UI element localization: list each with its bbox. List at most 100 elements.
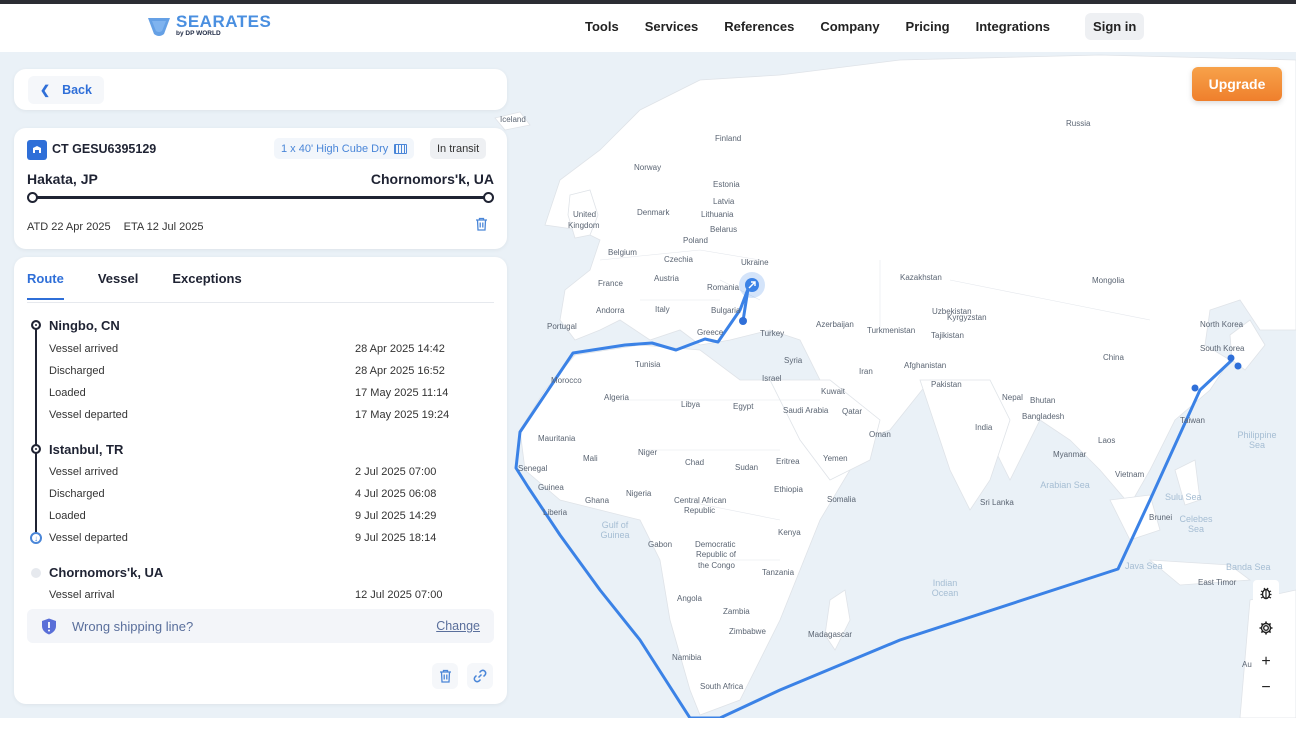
settings-gear-icon[interactable] bbox=[1253, 615, 1279, 641]
zoom-in-button[interactable]: + bbox=[1253, 649, 1279, 675]
map-label: Belarus bbox=[710, 225, 738, 234]
map-label: Mali bbox=[583, 454, 598, 463]
map-label: Kenya bbox=[778, 528, 801, 537]
map-label: Turkey bbox=[760, 329, 785, 338]
map-label: Ghana bbox=[585, 496, 610, 505]
map-label: Ukraine bbox=[741, 258, 769, 267]
map-label: Ethiopia bbox=[774, 485, 803, 494]
bug-report-icon[interactable] bbox=[1253, 580, 1279, 606]
event-time: 17 May 2025 19:24 bbox=[355, 409, 450, 421]
event-label: Loaded bbox=[49, 510, 86, 522]
delete-trash-icon[interactable] bbox=[432, 663, 458, 689]
nav-services[interactable]: Services bbox=[645, 19, 699, 34]
wrong-line-text: Wrong shipping line? bbox=[72, 619, 194, 634]
event-label: Vessel arrived bbox=[49, 466, 119, 478]
map-label: Syria bbox=[784, 356, 803, 365]
atd-date: ATD 22 Apr 2025 bbox=[27, 221, 111, 233]
tab-vessel[interactable]: Vessel bbox=[98, 271, 139, 300]
origin-port: Hakata, JP bbox=[27, 171, 98, 187]
event-time: 17 May 2025 11:14 bbox=[355, 387, 449, 399]
status-badge: In transit bbox=[430, 138, 487, 159]
map-label: South Korea bbox=[1200, 344, 1245, 353]
map-label: Afghanistan bbox=[904, 361, 947, 370]
map-label: Laos bbox=[1098, 436, 1116, 445]
sea-label: Celebes Sea bbox=[1179, 514, 1213, 534]
container-type-icon bbox=[394, 143, 408, 154]
timeline-node-istanbul bbox=[31, 444, 41, 454]
map-label: Romania bbox=[707, 283, 740, 292]
sea-label: Gulf of Guinea bbox=[600, 520, 630, 540]
stop-port-chornomorsk: Chornomors'k, UA bbox=[49, 565, 164, 580]
map-label: Oman bbox=[869, 430, 891, 439]
map-label: Algeria bbox=[604, 393, 629, 402]
nav-references[interactable]: References bbox=[724, 19, 794, 34]
map-label: Yemen bbox=[823, 454, 848, 463]
map-label: Somalia bbox=[827, 495, 856, 504]
event-label: Loaded bbox=[49, 387, 86, 399]
site-header: SEARATES by DP WORLD Tools Services Refe… bbox=[0, 4, 1296, 52]
map-label: Lithuania bbox=[701, 210, 734, 219]
map-label: Madagascar bbox=[808, 630, 853, 639]
map-label: Libya bbox=[681, 400, 701, 409]
map-label: Eritrea bbox=[776, 457, 800, 466]
container-icon bbox=[27, 140, 47, 160]
stop-port-istanbul: Istanbul, TR bbox=[49, 442, 124, 457]
map-label: Angola bbox=[677, 594, 702, 603]
map-label: Au bbox=[1242, 660, 1252, 669]
map-label: Turkmenistan bbox=[867, 326, 916, 335]
map-label: Iceland bbox=[500, 115, 526, 124]
back-label: Back bbox=[62, 83, 92, 97]
progress-track bbox=[32, 196, 493, 199]
event-label: Vessel departed bbox=[49, 532, 128, 544]
nav-company[interactable]: Company bbox=[820, 19, 879, 34]
map-label: Taiwan bbox=[1180, 416, 1205, 425]
tab-exceptions[interactable]: Exceptions bbox=[172, 271, 241, 300]
change-link[interactable]: Change bbox=[436, 619, 480, 633]
event-time: 12 Jul 2025 07:00 bbox=[355, 589, 443, 601]
map-label: Liberia bbox=[543, 508, 568, 517]
sea-label: Banda Sea bbox=[1226, 562, 1271, 572]
nav-integrations[interactable]: Integrations bbox=[976, 19, 1050, 34]
destination-dot bbox=[483, 192, 494, 203]
map-label: Kingdom bbox=[568, 221, 600, 230]
map-label: Senegal bbox=[518, 464, 548, 473]
map-label: Iran bbox=[859, 367, 873, 376]
map-label: Morocco bbox=[551, 376, 582, 385]
map-label: Zimbabwe bbox=[729, 627, 766, 636]
sea-label: Philippine Sea bbox=[1237, 430, 1277, 450]
map-label: Gabon bbox=[648, 540, 673, 549]
event-label: Vessel arrival bbox=[49, 589, 115, 601]
map-label: Tunisia bbox=[635, 360, 661, 369]
chevron-left-icon: ❮ bbox=[40, 83, 51, 97]
delete-trash-icon[interactable] bbox=[469, 212, 493, 236]
searates-logo[interactable]: SEARATES by DP WORLD bbox=[146, 10, 271, 40]
route-point-hakata[interactable] bbox=[1227, 354, 1235, 362]
map-label: Tajikistan bbox=[931, 331, 964, 340]
zoom-out-button[interactable]: − bbox=[1253, 675, 1279, 701]
map-label: North Korea bbox=[1200, 320, 1244, 329]
route-point-istanbul[interactable] bbox=[739, 317, 747, 325]
map-label: South Africa bbox=[700, 682, 744, 691]
route-point-ningbo[interactable] bbox=[1191, 384, 1199, 392]
map-label: Democratic bbox=[695, 540, 736, 549]
map-label: Azerbaijan bbox=[816, 320, 854, 329]
map-label: Latvia bbox=[713, 197, 735, 206]
tab-route[interactable]: Route bbox=[27, 271, 64, 300]
sign-in-button[interactable]: Sign in bbox=[1085, 12, 1145, 40]
stop-port-ningbo: Ningbo, CN bbox=[49, 318, 120, 333]
route-point-busan[interactable] bbox=[1234, 362, 1242, 370]
map-label: Republic bbox=[684, 506, 716, 515]
nav-tools[interactable]: Tools bbox=[585, 19, 619, 34]
nav-pricing[interactable]: Pricing bbox=[906, 19, 950, 34]
main-nav: Tools Services References Company Pricin… bbox=[572, 9, 1157, 43]
back-button[interactable]: ❮ Back bbox=[28, 76, 104, 104]
map-label: China bbox=[1103, 353, 1124, 362]
map-label: Niger bbox=[638, 448, 658, 457]
timeline-line bbox=[35, 323, 37, 539]
map-label: Republic of bbox=[696, 550, 737, 559]
map-label: Bhutan bbox=[1030, 396, 1056, 405]
map-label: Norway bbox=[634, 163, 662, 172]
share-link-icon[interactable] bbox=[467, 663, 493, 689]
upgrade-button[interactable]: Upgrade bbox=[1192, 67, 1282, 101]
logo-sub: by DP WORLD bbox=[176, 29, 221, 37]
